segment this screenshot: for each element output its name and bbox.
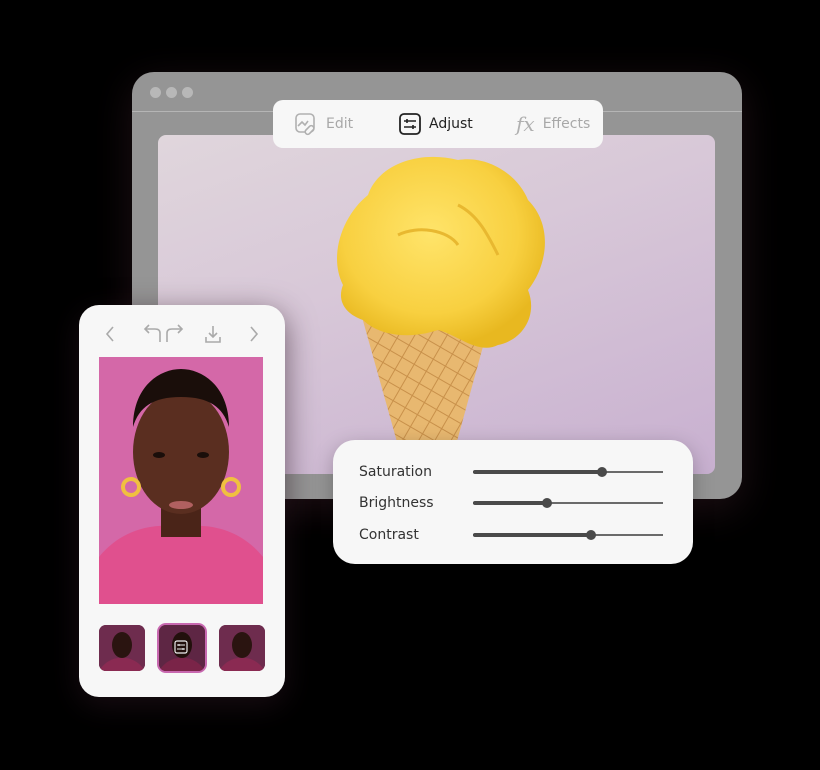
slider-fill <box>473 533 591 537</box>
slider-row-contrast: Contrast <box>359 525 663 545</box>
tab-adjust[interactable]: Adjust <box>399 113 473 135</box>
sliders-icon <box>399 113 421 135</box>
chevron-left-icon[interactable] <box>103 323 117 345</box>
redo-icon[interactable] <box>164 323 186 345</box>
window-controls <box>150 87 193 98</box>
sliders-icon <box>174 640 188 654</box>
slider-thumb[interactable] <box>597 467 608 477</box>
slider-thumb[interactable] <box>585 530 596 540</box>
mobile-editor-card <box>79 305 285 697</box>
saturation-slider[interactable] <box>473 467 663 477</box>
slider-label: Contrast <box>359 527 419 543</box>
slider-thumb[interactable] <box>542 498 553 508</box>
tab-effects[interactable]: fx Effects <box>516 114 590 134</box>
tab-adjust-label: Adjust <box>429 116 473 132</box>
image-edit-icon <box>295 113 315 136</box>
contrast-slider[interactable] <box>473 530 663 540</box>
thumbnail-portrait <box>99 625 145 671</box>
slider-row-brightness: Brightness <box>359 493 663 513</box>
slider-fill <box>473 501 548 505</box>
tab-edit-label: Edit <box>326 116 354 132</box>
tab-effects-label: Effects <box>542 116 591 132</box>
slider-label: Saturation <box>359 464 432 480</box>
portrait-photo <box>99 357 263 604</box>
tab-edit[interactable]: Edit <box>294 112 353 136</box>
slider-fill <box>473 470 603 474</box>
phone-toolbar <box>79 323 285 347</box>
undo-icon[interactable] <box>141 323 163 345</box>
download-icon[interactable] <box>203 323 223 345</box>
brightness-slider[interactable] <box>473 498 663 508</box>
thumbnail-strip <box>99 625 265 673</box>
window-dot[interactable] <box>166 87 177 98</box>
adjustments-panel: Saturation Brightness Contrast <box>333 440 693 564</box>
slider-label: Brightness <box>359 495 434 511</box>
thumbnail-portrait <box>219 625 265 671</box>
fx-icon: fx <box>516 112 535 136</box>
chevron-right-icon[interactable] <box>247 323 261 345</box>
window-dot[interactable] <box>150 87 161 98</box>
thumbnail[interactable] <box>99 625 145 671</box>
portrait-illustration <box>99 357 263 604</box>
editor-toolbar: Edit Adjust fx Effects <box>273 100 603 148</box>
slider-row-saturation: Saturation <box>359 462 663 482</box>
thumbnail-selected[interactable] <box>159 625 205 671</box>
thumbnail[interactable] <box>219 625 265 671</box>
window-dot[interactable] <box>182 87 193 98</box>
